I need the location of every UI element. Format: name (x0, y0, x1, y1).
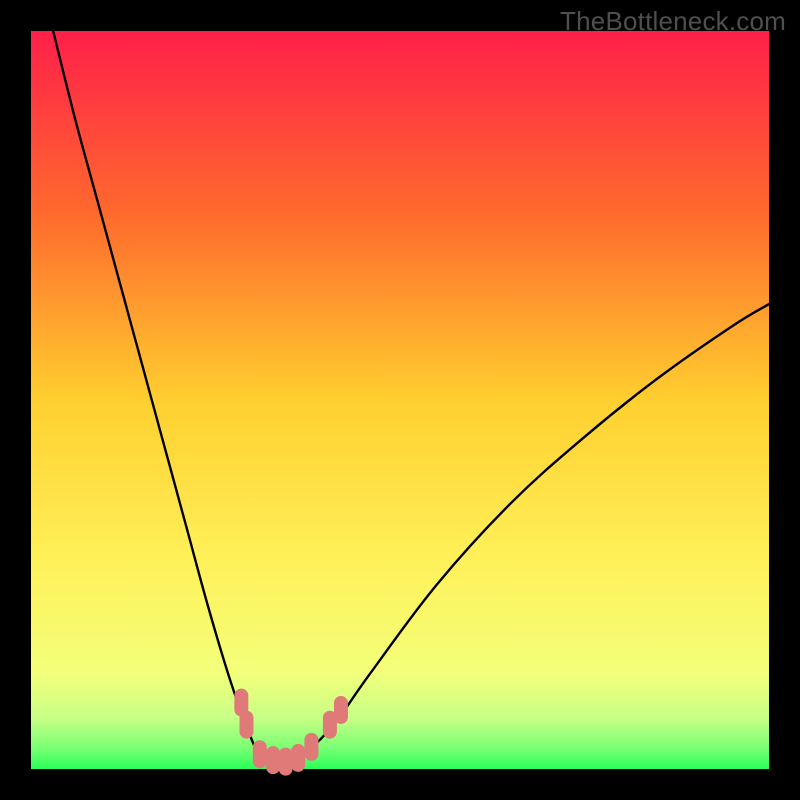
curve-marker (240, 711, 254, 739)
chart-frame: TheBottleneck.com (0, 0, 800, 800)
curve-marker (291, 744, 305, 772)
plot-area (31, 31, 769, 769)
curve-marker (334, 696, 348, 724)
curve-marker (279, 748, 293, 776)
chart-svg (0, 0, 800, 800)
curve-marker (304, 733, 318, 761)
curve-marker (266, 746, 280, 774)
curve-marker (253, 740, 267, 768)
watermark-text: TheBottleneck.com (560, 6, 786, 37)
